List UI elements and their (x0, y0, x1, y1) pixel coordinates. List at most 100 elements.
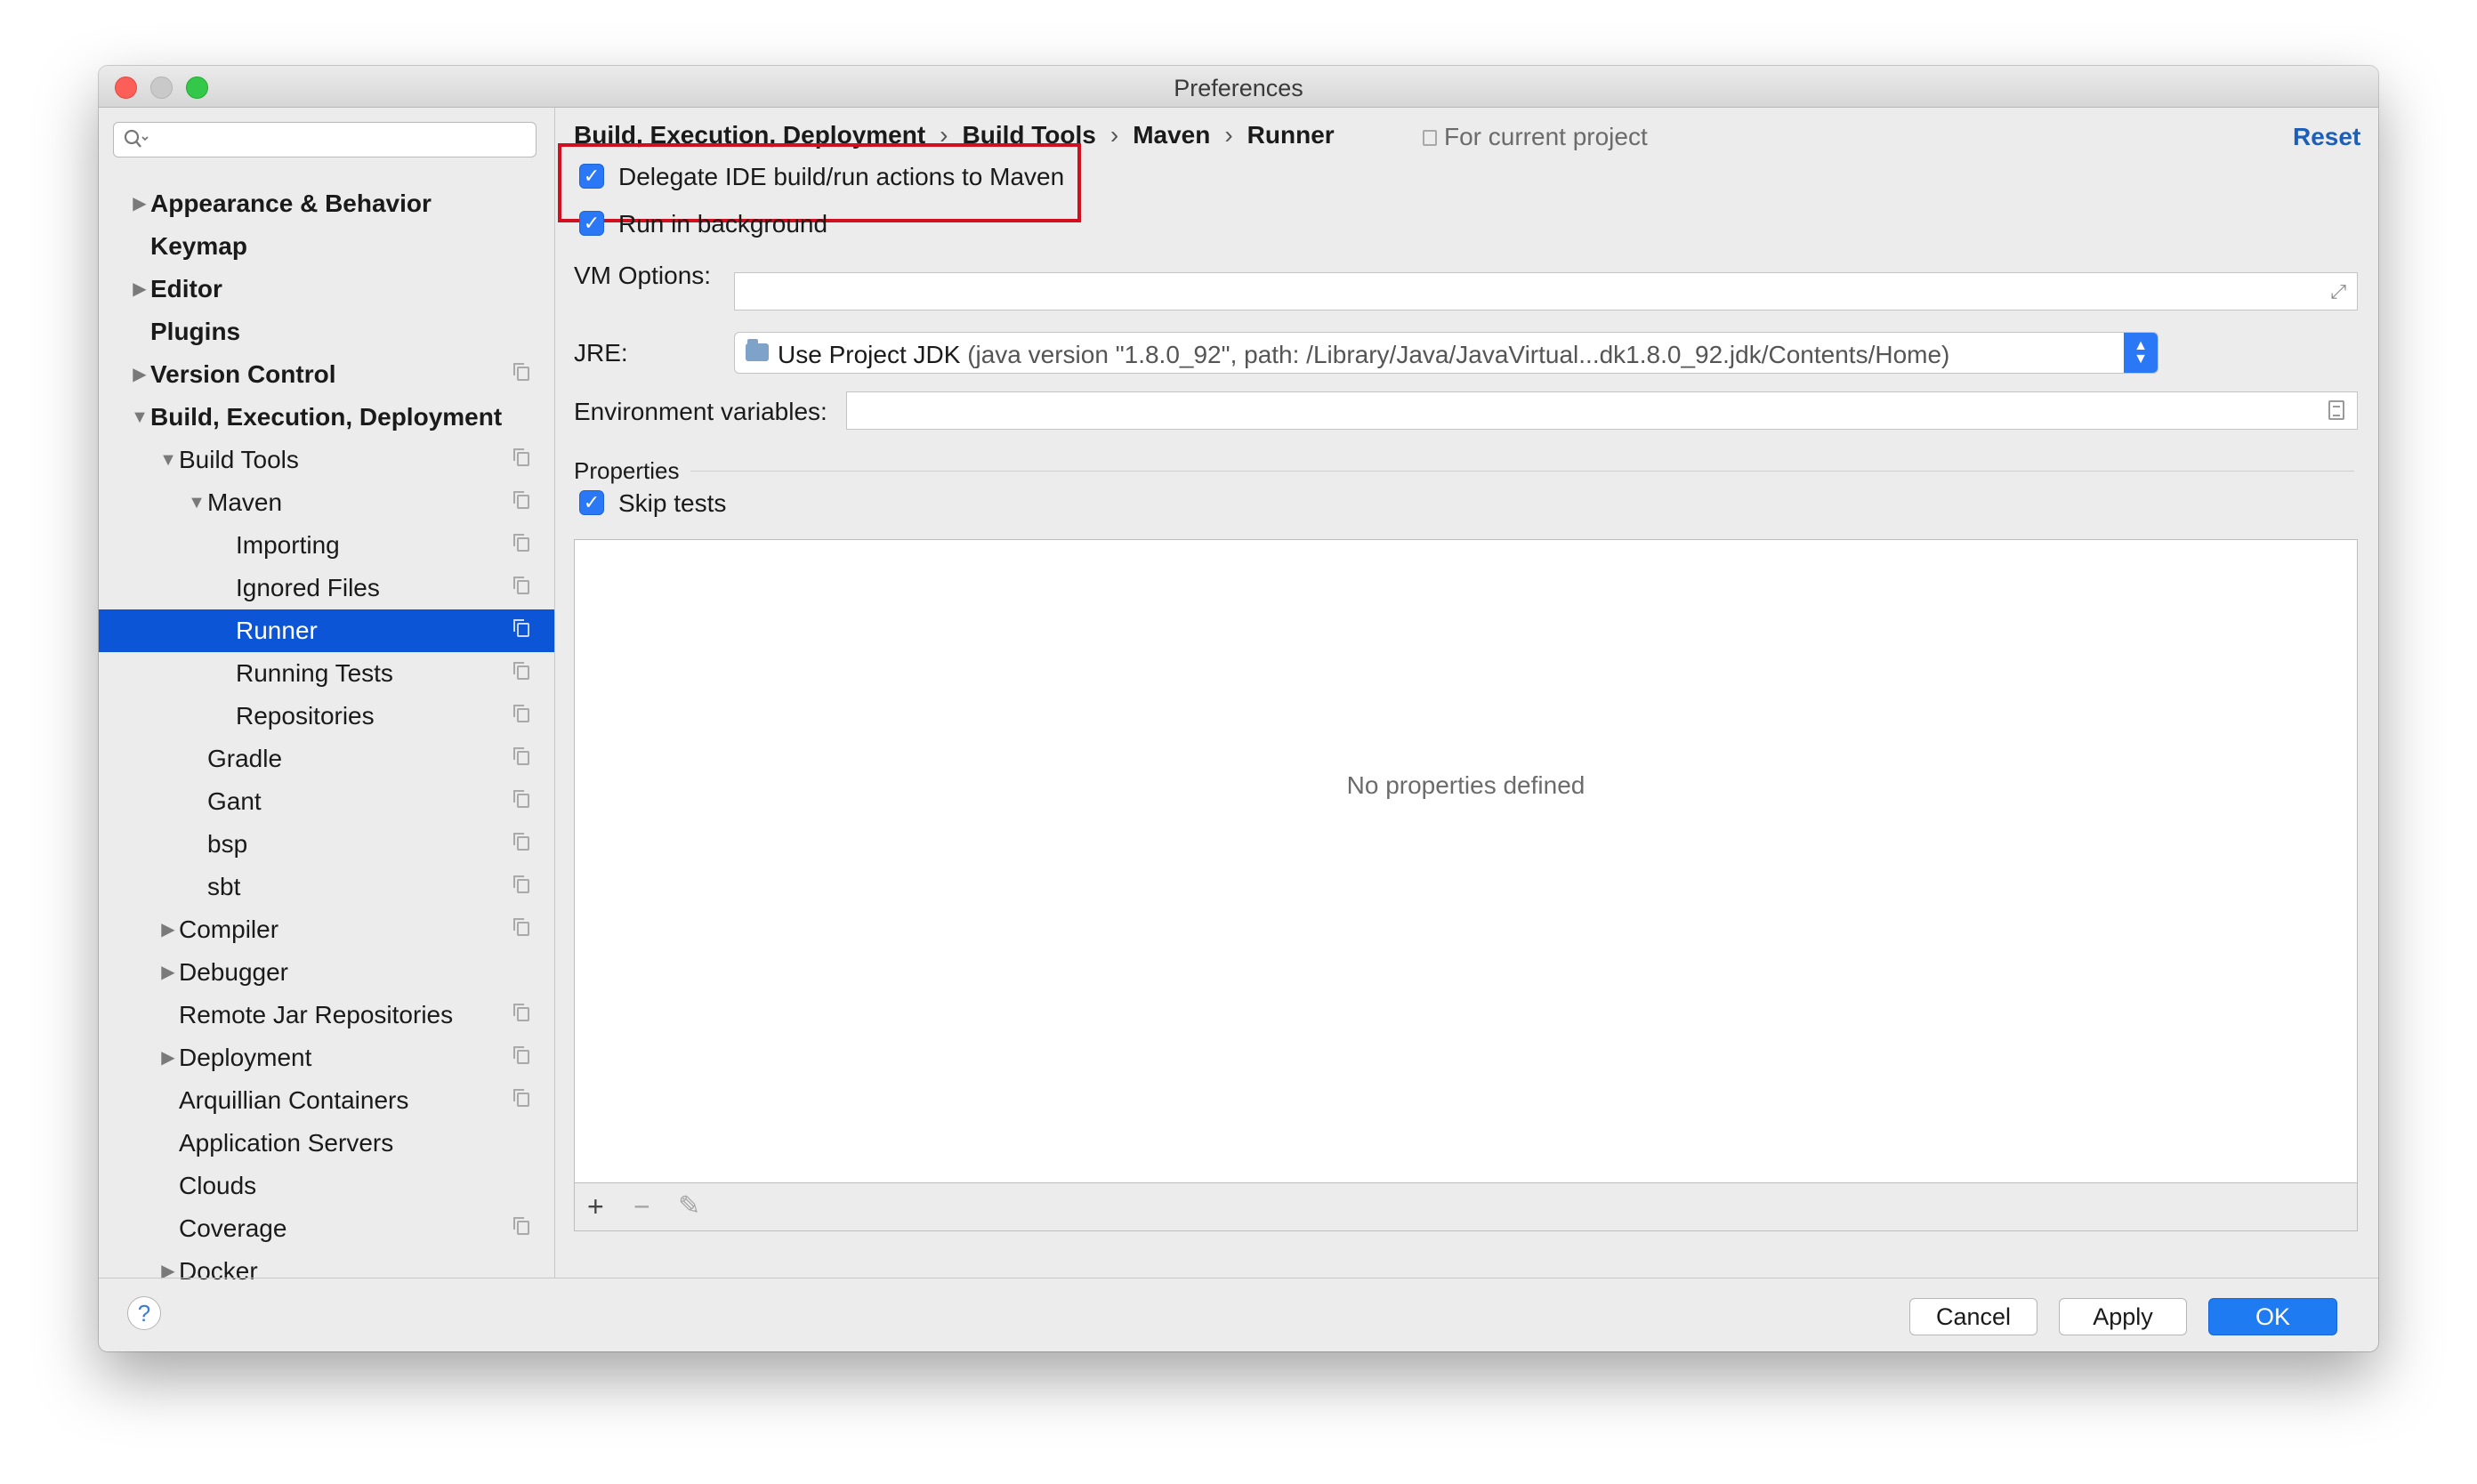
sidebar-item-label: Gant (207, 787, 262, 815)
sidebar-item-remote-jar-repositories[interactable]: Remote Jar Repositories (99, 994, 554, 1036)
expanded-arrow-icon[interactable]: ▼ (131, 396, 149, 439)
sidebar-item-build-tools[interactable]: ▼ Build Tools (99, 439, 554, 481)
project-scope-icon (513, 918, 529, 936)
jre-label: JRE: (574, 339, 628, 367)
environment-variables-field[interactable] (846, 391, 2358, 430)
properties-section-label: Properties (574, 457, 680, 484)
sidebar-item-label: Coverage (179, 1214, 287, 1242)
checkmark-icon: ✓ (583, 212, 601, 234)
environment-variables-label: Environment variables: (574, 398, 827, 425)
sidebar-item-debugger[interactable]: ▶ Debugger (99, 951, 554, 994)
sidebar-item-label: Runner (236, 617, 318, 644)
sidebar-item-coverage[interactable]: Coverage (99, 1207, 554, 1250)
preferences-window: Preferences ▶ Appearance & Behavior Keymap… (99, 66, 2378, 1351)
jre-select[interactable]: Use Project JDK (java version "1.8.0_92"… (734, 332, 2158, 374)
delegate-label[interactable]: Delegate IDE build/run actions to Maven (618, 163, 1064, 191)
sidebar-item-version-control[interactable]: ▶ Version Control (99, 353, 554, 396)
section-divider (690, 471, 2354, 472)
project-scope-icon (1423, 130, 1437, 146)
sidebar-item-label: Arquillian Containers (179, 1086, 409, 1114)
sidebar-item-label: Gradle (207, 745, 283, 772)
sidebar-item-clouds[interactable]: Clouds (99, 1165, 554, 1207)
sidebar-item-runner[interactable]: Runner (99, 609, 554, 652)
collapsed-arrow-icon[interactable]: ▶ (131, 182, 149, 225)
sidebar-item-label: Clouds (179, 1172, 257, 1199)
help-button[interactable]: ? (127, 1296, 161, 1330)
project-scope-icon (513, 705, 529, 722)
remove-icon[interactable]: − (633, 1190, 650, 1222)
sidebar-item-appearance-behavior[interactable]: ▶ Appearance & Behavior (99, 182, 554, 225)
sidebar-item-maven[interactable]: ▼ Maven (99, 481, 554, 524)
sidebar-item-running-tests[interactable]: Running Tests (99, 652, 554, 695)
expanded-arrow-icon[interactable]: ▼ (188, 481, 206, 524)
sidebar-item-label: Appearance & Behavior (150, 190, 432, 217)
sidebar-item-compiler[interactable]: ▶ Compiler (99, 908, 554, 951)
collapsed-arrow-icon[interactable]: ▶ (131, 353, 149, 396)
sidebar-item-label: Application Servers (179, 1129, 394, 1157)
settings-search-input[interactable] (113, 122, 537, 157)
run-in-background-checkbox[interactable]: ✓ (579, 211, 604, 236)
vm-options-field[interactable]: ⤢ (734, 272, 2358, 311)
sidebar-item-label: Importing (236, 531, 340, 559)
sidebar-item-editor[interactable]: ▶ Editor (99, 268, 554, 311)
vm-options-label: VM Options: (574, 262, 712, 289)
sidebar-item-importing[interactable]: Importing (99, 524, 554, 567)
jre-selected-name: Use Project JDK (778, 341, 961, 368)
sidebar-item-label: Repositories (236, 702, 375, 730)
sidebar-item-application-servers[interactable]: Application Servers (99, 1122, 554, 1165)
delegate-checkbox[interactable]: ✓ (579, 164, 604, 189)
collapsed-arrow-icon[interactable]: ▶ (159, 1036, 177, 1079)
window-title: Preferences (1174, 75, 1303, 101)
sidebar-item-build-execution-deployment[interactable]: ▼ Build, Execution, Deployment (99, 396, 554, 439)
skip-tests-label[interactable]: Skip tests (618, 489, 726, 518)
sidebar-item-label: Docker (179, 1257, 258, 1285)
apply-button[interactable]: Apply (2059, 1298, 2187, 1335)
add-icon[interactable]: + (587, 1190, 604, 1222)
settings-sidebar: ▶ Appearance & Behavior Keymap ▶ Editor Plugi… (99, 108, 555, 1285)
properties-toolbar: + − ✎ (574, 1182, 2358, 1231)
project-scope-icon (513, 363, 529, 381)
chevron-updown-icon[interactable]: ▲ ▼ (2124, 333, 2158, 373)
sidebar-item-plugins[interactable]: Plugins (99, 311, 554, 353)
breadcrumb-item[interactable]: Maven (1133, 121, 1210, 149)
skip-tests-checkbox[interactable]: ✓ (579, 490, 604, 515)
sidebar-item-ignored-files[interactable]: Ignored Files (99, 567, 554, 609)
collapsed-arrow-icon[interactable]: ▶ (159, 1250, 177, 1293)
scope-label: For current project (1444, 123, 1648, 150)
sidebar-item-arquillian-containers[interactable]: Arquillian Containers (99, 1079, 554, 1122)
collapsed-arrow-icon[interactable]: ▶ (159, 951, 177, 994)
sidebar-item-gant[interactable]: Gant (99, 780, 554, 823)
sidebar-item-label: Debugger (179, 958, 288, 986)
cancel-button[interactable]: Cancel (1909, 1298, 2037, 1335)
reset-link[interactable]: Reset (2293, 123, 2360, 151)
project-scope-icon (513, 1089, 529, 1107)
collapsed-arrow-icon[interactable]: ▶ (131, 268, 149, 311)
title-bar: Preferences (99, 66, 2378, 108)
sidebar-item-deployment[interactable]: ▶ Deployment (99, 1036, 554, 1079)
sidebar-item-docker[interactable]: ▶ Docker (99, 1250, 554, 1293)
ok-button[interactable]: OK (2208, 1298, 2337, 1335)
sidebar-item-gradle[interactable]: Gradle (99, 738, 554, 780)
breadcrumb-separator: › (1224, 121, 1233, 149)
expanded-arrow-icon[interactable]: ▼ (159, 439, 177, 481)
sidebar-item-keymap[interactable]: Keymap (99, 225, 554, 268)
breadcrumb-item: Runner (1247, 121, 1335, 149)
sidebar-item-bsp[interactable]: bsp (99, 823, 554, 866)
sidebar-item-repositories[interactable]: Repositories (99, 695, 554, 738)
checkmark-icon: ✓ (583, 491, 601, 513)
sidebar-item-label: Running Tests (236, 659, 393, 687)
scope-indicator: For current project (1423, 123, 1648, 151)
run-in-background-label[interactable]: Run in background (618, 210, 827, 238)
edit-icon[interactable]: ✎ (678, 1190, 700, 1222)
empty-table-text: No properties defined (1346, 771, 1585, 799)
sidebar-item-sbt[interactable]: sbt (99, 866, 554, 908)
document-icon[interactable] (2328, 400, 2344, 420)
sidebar-item-label: Build Tools (179, 446, 299, 473)
project-scope-icon (513, 1046, 529, 1064)
sidebar-item-label: Compiler (179, 915, 279, 943)
sidebar-item-label: Keymap (150, 232, 247, 260)
collapsed-arrow-icon[interactable]: ▶ (159, 908, 177, 951)
jre-selected-detail: (java version "1.8.0_92", path: /Library… (967, 341, 1950, 368)
expand-icon[interactable]: ⤢ (2330, 280, 2346, 303)
properties-table[interactable]: No properties defined (574, 539, 2358, 1231)
